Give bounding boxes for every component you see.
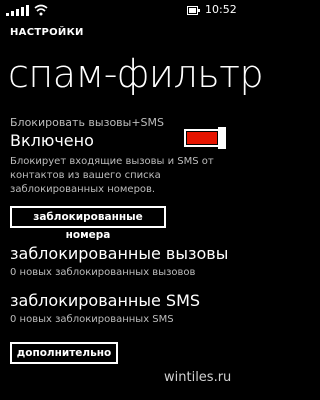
clock: 10:52 xyxy=(205,3,237,16)
wifi-icon xyxy=(34,4,48,16)
battery-icon xyxy=(187,6,200,15)
toggle-fill xyxy=(187,132,217,144)
blocked-sms-link[interactable]: заблокированные SMS xyxy=(10,291,200,311)
block-toggle-caption: Блокировать вызовы+SMS xyxy=(10,116,165,129)
blocked-calls-subtitle: 0 новых заблокированных вызовов xyxy=(10,267,196,278)
block-toggle-state: Включено xyxy=(10,131,94,150)
blocked-calls-link[interactable]: заблокированные вызовы xyxy=(10,244,228,264)
page-title: спам-фильтр xyxy=(8,52,264,96)
more-button[interactable]: дополнительно xyxy=(10,342,118,364)
app-title: НАСТРОЙКИ xyxy=(10,27,84,38)
blocked-sms-subtitle: 0 новых заблокированных SMS xyxy=(10,314,174,325)
block-description: Блокирует входящие вызовы и SMS от конта… xyxy=(10,156,214,195)
signal-icon xyxy=(6,5,29,16)
block-calls-sms-toggle[interactable] xyxy=(184,127,226,149)
status-bar: 10:52 xyxy=(0,0,240,20)
watermark: wintiles.ru xyxy=(164,370,232,385)
toggle-thumb[interactable] xyxy=(218,127,226,149)
blocked-numbers-button[interactable]: заблокированные номера xyxy=(10,206,166,241)
